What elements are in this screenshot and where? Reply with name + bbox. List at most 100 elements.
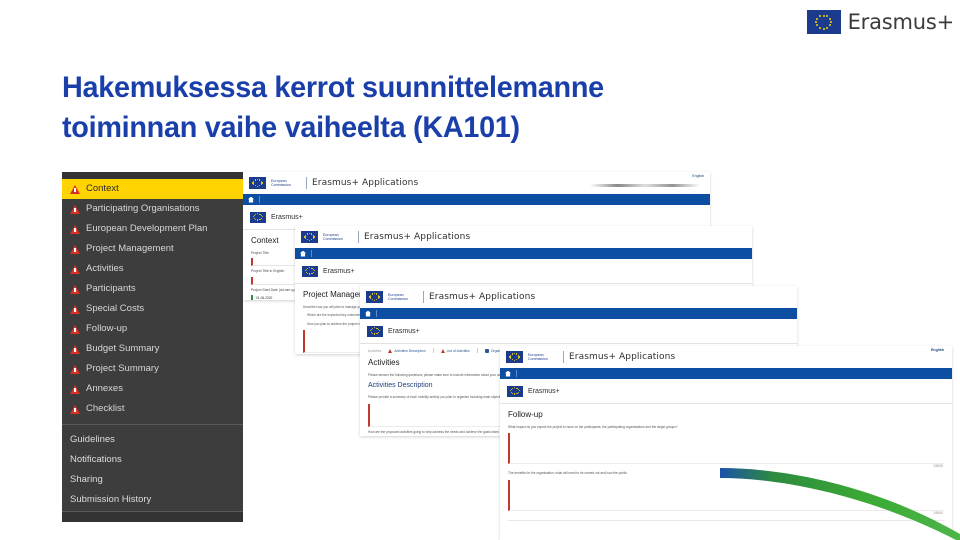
warning-icon xyxy=(70,204,80,214)
eu-flag-icon xyxy=(249,177,266,189)
window-navbar[interactable] xyxy=(500,368,952,379)
warning-icon xyxy=(440,348,445,353)
window-navbar[interactable] xyxy=(360,308,797,319)
commission-label: European Commission xyxy=(388,292,408,301)
sidebar-item-label: Checklist xyxy=(86,403,125,415)
sidebar-item-follow-up[interactable]: Follow-up xyxy=(62,319,243,339)
brand-strip: Erasmus+ xyxy=(295,259,752,284)
brand-name: Erasmus+ xyxy=(271,213,303,221)
home-icon[interactable] xyxy=(248,196,254,203)
page-title: Hakemuksessa kerrot suunnittelemanne toi… xyxy=(62,68,792,148)
sidebar-item-sharing[interactable]: Sharing xyxy=(62,469,243,489)
warning-icon xyxy=(70,404,80,414)
sidebar-nav-list[interactable]: Context Participating Organisations Europe… xyxy=(62,179,243,419)
brand-name: Erasmus+ xyxy=(528,387,560,395)
warning-icon xyxy=(70,264,80,274)
app-title: Erasmus+ Applications xyxy=(364,232,471,242)
sidebar-item-label: Submission History xyxy=(70,493,152,505)
sidebar-item-participating-organisations[interactable]: Participating Organisations xyxy=(62,199,243,219)
sidebar-item-label: Special Costs xyxy=(86,303,145,315)
warning-icon xyxy=(70,184,80,194)
prompt-text: The benefits for the organisation; what … xyxy=(508,471,628,476)
warning-icon xyxy=(70,224,80,234)
sidebar-item-project-management[interactable]: Project Management xyxy=(62,239,243,259)
divider xyxy=(516,370,517,377)
sidebar-item-budget-summary[interactable]: Budget Summary xyxy=(62,339,243,359)
sidebar-secondary-list[interactable]: Guidelines Notifications Sharing Submission… xyxy=(62,429,243,509)
eu-flag-icon xyxy=(301,231,318,243)
app-title: Erasmus+ Applications xyxy=(312,178,419,188)
section-title: Follow-up xyxy=(508,410,543,419)
toolbar-label: List of Activities xyxy=(446,348,470,353)
page-title-line-1: Hakemuksessa kerrot suunnittelemanne xyxy=(62,71,604,104)
sidebar-item-label: Guidelines xyxy=(70,433,115,445)
sidebar-item-activities[interactable]: Activities xyxy=(62,259,243,279)
sidebar-item-label: Context xyxy=(86,183,119,195)
warning-icon xyxy=(70,384,80,394)
sidebar-item-european-development-plan[interactable]: European Development Plan xyxy=(62,219,243,239)
divider xyxy=(476,348,478,353)
toolbar-label: Activities Description xyxy=(394,348,426,353)
page-title-line-2: toiminnan vaihe vaiheelta (KA101) xyxy=(62,110,520,144)
home-icon[interactable] xyxy=(300,250,306,257)
sidebar-item-notifications[interactable]: Notifications xyxy=(62,449,243,469)
sidebar-cap xyxy=(62,172,243,179)
textarea[interactable] xyxy=(508,433,944,465)
brand-strip: Erasmus+ xyxy=(500,379,952,404)
application-sidebar[interactable]: Context Participating Organisations Europe… xyxy=(62,172,243,522)
sidebar-footer xyxy=(62,511,243,522)
divider xyxy=(376,310,377,317)
warning-icon xyxy=(70,324,80,334)
eu-flag-icon xyxy=(250,211,266,223)
eu-flag-icon xyxy=(806,10,841,34)
language-selector[interactable]: English xyxy=(692,174,704,178)
window-header: European Commission Erasmus+ Application… xyxy=(295,226,752,248)
home-icon[interactable] xyxy=(505,370,511,377)
form-icon xyxy=(484,348,489,353)
prompt-text: What impact do you expect the project to… xyxy=(508,425,678,429)
sidebar-item-annexes[interactable]: Annexes xyxy=(62,379,243,399)
sidebar-item-label: Budget Summary xyxy=(86,343,160,355)
divider xyxy=(432,348,434,353)
signature-smudge xyxy=(590,184,700,187)
toolbar-breadcrumb: Activities xyxy=(368,348,382,353)
sidebar-item-label: European Development Plan xyxy=(86,223,208,235)
sidebar-item-label: Annexes xyxy=(86,383,123,395)
warning-icon xyxy=(70,284,80,294)
eu-flag-icon xyxy=(506,351,523,363)
eu-flag-icon xyxy=(507,385,523,397)
toolbar-item-list-of-activities[interactable]: List of Activities xyxy=(440,348,470,353)
commission-label: European Commission xyxy=(271,178,291,187)
sidebar-item-project-summary[interactable]: Project Summary xyxy=(62,359,243,379)
window-navbar[interactable] xyxy=(295,248,752,259)
divider xyxy=(311,250,312,257)
sidebar-item-label: Project Summary xyxy=(86,363,159,375)
warning-icon xyxy=(388,348,393,353)
sidebar-item-label: Activities xyxy=(86,263,124,275)
commission-label: European Commission xyxy=(323,232,343,241)
window-header: European Commission Erasmus+ Application… xyxy=(243,172,710,194)
language-selector[interactable]: English xyxy=(931,348,944,352)
app-title: Erasmus+ Applications xyxy=(429,292,536,302)
brand-name: Erasmus+ xyxy=(847,10,955,34)
window-navbar[interactable] xyxy=(243,194,710,205)
app-title: Erasmus+ Applications xyxy=(569,352,676,362)
screenshot-window-follow-up[interactable]: European Commission Erasmus+ Application… xyxy=(500,346,952,540)
sidebar-item-label: Project Management xyxy=(86,243,174,255)
sidebar-divider xyxy=(62,424,243,425)
sidebar-item-special-costs[interactable]: Special Costs xyxy=(62,299,243,319)
warning-icon xyxy=(70,364,80,374)
warning-icon xyxy=(70,344,80,354)
home-icon[interactable] xyxy=(365,310,371,317)
sidebar-item-participants[interactable]: Participants xyxy=(62,279,243,299)
erasmus-plus-logo: Erasmus+ xyxy=(806,10,955,34)
sidebar-item-label: Sharing xyxy=(70,473,103,485)
brand-name: Erasmus+ xyxy=(323,267,355,275)
toolbar-item-activities-description[interactable]: Activities Description xyxy=(388,348,426,353)
sidebar-item-submission-history[interactable]: Submission History xyxy=(62,489,243,509)
sidebar-item-checklist[interactable]: Checklist xyxy=(62,399,243,419)
divider xyxy=(358,231,359,243)
sidebar-item-guidelines[interactable]: Guidelines xyxy=(62,429,243,449)
textarea[interactable] xyxy=(508,479,944,511)
sidebar-item-context[interactable]: Context xyxy=(62,179,243,199)
